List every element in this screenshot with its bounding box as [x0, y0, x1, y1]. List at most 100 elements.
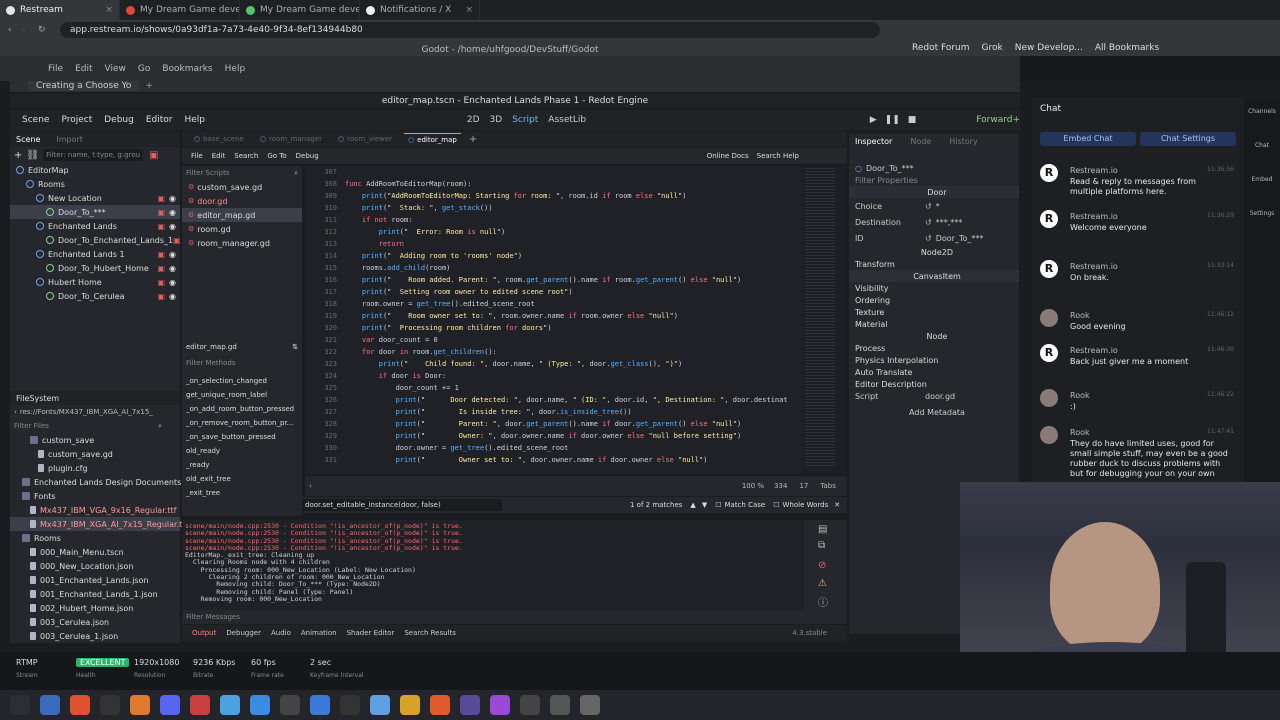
script-icon[interactable]: ▣: [157, 264, 165, 273]
editor-icon[interactable]: [220, 695, 240, 715]
script-item[interactable]: ⚙ door.gd: [182, 194, 302, 208]
bg-menu-item[interactable]: Help: [225, 64, 246, 74]
bluetooth-icon[interactable]: [310, 695, 330, 715]
app-icon[interactable]: [190, 695, 210, 715]
file-item[interactable]: 002_Hubert_Home.json: [10, 601, 180, 615]
close-icon[interactable]: ✕: [834, 501, 840, 509]
method-item[interactable]: _on_save_button_pressed: [182, 430, 302, 444]
visibility-icon[interactable]: ◉: [169, 208, 176, 217]
code-minimap[interactable]: [803, 166, 847, 474]
chrome-icon[interactable]: [370, 695, 390, 715]
indent-mode[interactable]: Tabs: [820, 482, 836, 490]
terminal-icon[interactable]: [100, 695, 120, 715]
chat-side-embed[interactable]: Embed: [1244, 176, 1280, 183]
canvas-subsection[interactable]: Visibility: [849, 282, 1019, 294]
script-filter-input[interactable]: Filter Scripts ⌕: [182, 166, 302, 180]
bookmark-item[interactable]: New Develop...: [1015, 43, 1083, 53]
bottom-tab-animation[interactable]: Animation: [301, 629, 337, 637]
close-icon[interactable]: ×: [105, 5, 113, 15]
next-match-icon[interactable]: ▼: [702, 501, 707, 509]
workspace-script[interactable]: Script: [512, 115, 538, 125]
bg-menu-item[interactable]: Edit: [75, 64, 92, 74]
play-icon[interactable]: ▶: [870, 115, 877, 125]
script-icon[interactable]: ▣: [157, 222, 165, 231]
tab-import[interactable]: Import: [56, 135, 83, 144]
menu-help[interactable]: Help: [185, 115, 206, 125]
filesystem-filter-input[interactable]: Filter Files ⌕: [10, 419, 180, 433]
script-menu-edit[interactable]: Edit: [212, 152, 226, 160]
file-item[interactable]: Mx437_IBM_VGA_9x16_Regular.ttf: [10, 503, 180, 517]
menu-icon[interactable]: [10, 695, 30, 715]
node-subsection[interactable]: Physics Interpolation: [849, 354, 1019, 366]
close-icon[interactable]: ×: [465, 5, 473, 15]
canvas-subsection[interactable]: Texture: [849, 306, 1019, 318]
script-right-1[interactable]: Search Help: [757, 152, 799, 160]
player-icon[interactable]: [400, 695, 420, 715]
canvas-subsection[interactable]: Material: [849, 318, 1019, 330]
warning-filter-icon[interactable]: ⚠: [818, 578, 827, 589]
script-item[interactable]: ⚙ room_manager.gd: [182, 236, 302, 250]
menu-debug[interactable]: Debug: [104, 115, 134, 125]
method-item[interactable]: get_unique_room_label: [182, 388, 302, 402]
collapse-icon[interactable]: ‹: [309, 482, 312, 490]
bottom-tab-debugger[interactable]: Debugger: [226, 629, 261, 637]
method-item[interactable]: _on_remove_room_button_pr...: [182, 416, 302, 430]
script-icon[interactable]: ▣: [157, 292, 165, 301]
script-menu-debug[interactable]: Debug: [296, 152, 319, 160]
property-row[interactable]: Choice ↺ *: [849, 198, 1019, 214]
error-filter-icon[interactable]: ⊘: [818, 560, 826, 571]
browser-tab[interactable]: Notifications / X ×: [360, 0, 480, 20]
workspace-assetlib[interactable]: AssetLib: [548, 115, 586, 125]
script-icon[interactable]: ▣: [157, 208, 165, 217]
visibility-icon[interactable]: ◉: [169, 292, 176, 301]
filesystem-path[interactable]: ‹ res://Fonts/MX437_IBM_XGA_AI_7x15_: [10, 405, 180, 419]
visibility-icon[interactable]: ◉: [169, 250, 176, 259]
settings-icon[interactable]: [490, 695, 510, 715]
stop-icon[interactable]: ■: [908, 115, 917, 125]
chat-side-channels[interactable]: Channels: [1244, 108, 1280, 115]
file-item[interactable]: 003_Cerulea.json: [10, 615, 180, 629]
sort-icon[interactable]: ⇅: [292, 343, 298, 351]
method-filter-input[interactable]: Filter Methods: [182, 356, 302, 370]
script-icon[interactable]: ▣: [157, 278, 165, 287]
address-input[interactable]: app.restream.io/shows/0a93df1a-7a73-4e40…: [60, 22, 880, 38]
file-item[interactable]: 003_Cerulea_1.json: [10, 629, 180, 643]
file-item[interactable]: 001_Enchanted_Lands_1.json: [10, 587, 180, 601]
visibility-icon[interactable]: ◉: [169, 194, 176, 203]
tree-node[interactable]: Enchanted Lands 1 ▣ ◉: [10, 247, 180, 261]
file-item[interactable]: custom_save.gd: [10, 447, 180, 461]
window-icon[interactable]: [340, 695, 360, 715]
mail-icon[interactable]: [430, 695, 450, 715]
prev-match-icon[interactable]: ▲: [690, 501, 695, 509]
method-item[interactable]: _on_selection_changed: [182, 374, 302, 388]
file-item[interactable]: Fonts: [10, 489, 180, 503]
window-tab-label[interactable]: Creating a Choose Yo: [28, 81, 140, 91]
tree-node[interactable]: Rooms: [10, 177, 180, 191]
copy-icon[interactable]: ⧉: [818, 540, 825, 551]
method-item[interactable]: old_ready: [182, 444, 302, 458]
code-editor[interactable]: 307 308 func AddRoomToEditorMap(room): 309 …: [305, 166, 805, 474]
file-item[interactable]: Mx437_IBM_XGA_AI_7x15_Regular.ttf: [10, 517, 188, 531]
browser-tab[interactable]: Restream ×: [0, 0, 120, 20]
add-metadata-button[interactable]: Add Metadata: [849, 406, 1019, 418]
script-menu-go-to[interactable]: Go To: [267, 152, 286, 160]
match-case-checkbox[interactable]: ☐: [715, 501, 721, 509]
bottom-tab-shader-editor[interactable]: Shader Editor: [347, 629, 395, 637]
tree-node[interactable]: Hubert Home ▣ ◉: [10, 275, 180, 289]
node-subsection[interactable]: Auto Translate: [849, 366, 1019, 378]
tree-node[interactable]: Enchanted Lands ▣ ◉: [10, 219, 180, 233]
script-right-0[interactable]: Online Docs: [707, 152, 749, 160]
add-node-icon[interactable]: +: [14, 150, 22, 161]
zoom-level[interactable]: 100 %: [742, 482, 764, 490]
script-item[interactable]: ⚙ room.gd: [182, 222, 302, 236]
script-menu-file[interactable]: File: [191, 152, 203, 160]
inspected-node[interactable]: ○ Door_To_***: [849, 162, 1019, 174]
visibility-icon[interactable]: ◉: [169, 278, 176, 287]
scene-tab[interactable]: ○ room_manager: [256, 133, 326, 145]
reload-icon[interactable]: ↻: [38, 25, 46, 35]
revert-icon[interactable]: ↺: [925, 234, 932, 243]
workspace-2d[interactable]: 2D: [467, 115, 480, 125]
file-item[interactable]: Enchanted Lands Design Documents: [10, 475, 181, 489]
clock-icon[interactable]: [580, 695, 600, 715]
property-filter-input[interactable]: Filter Properties: [849, 174, 1019, 186]
